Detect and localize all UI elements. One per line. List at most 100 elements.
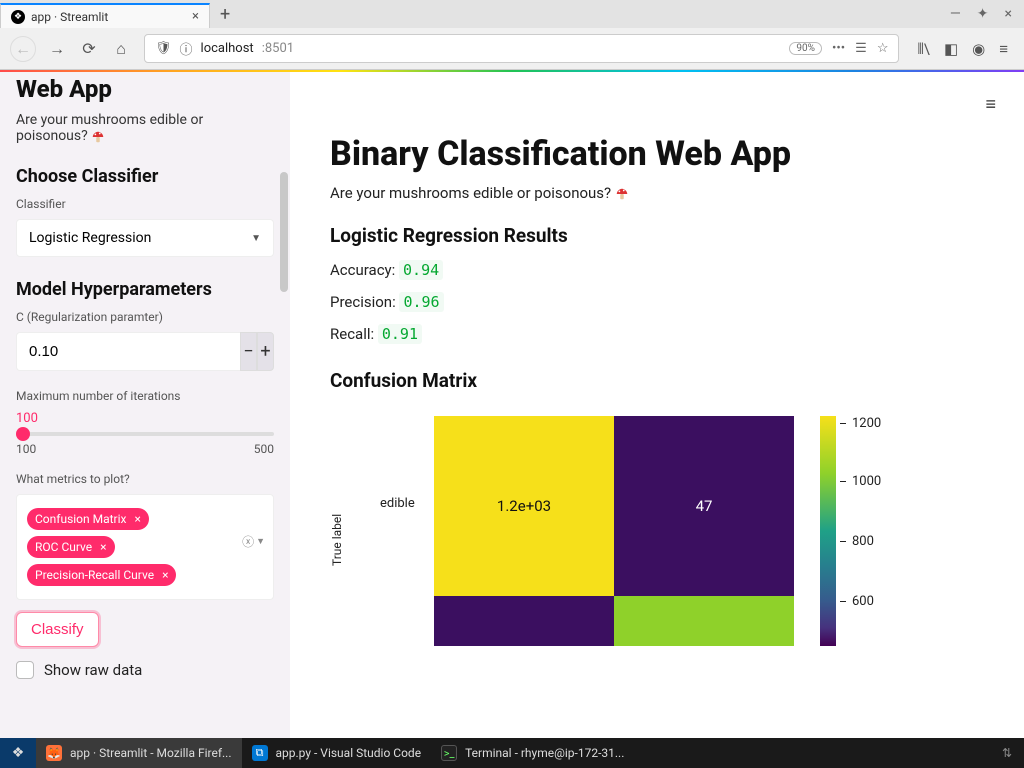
- taskbar: ❖ 🦊 app · Streamlit - Mozilla Firef... ⧉…: [0, 738, 1024, 768]
- taskbar-firefox[interactable]: 🦊 app · Streamlit - Mozilla Firef...: [36, 738, 242, 768]
- mushroom-icon: [615, 187, 629, 201]
- reload-button[interactable]: ⟳: [78, 39, 100, 58]
- metrics-multiselect[interactable]: Confusion Matrix× ROC Curve× Precision-R…: [16, 494, 274, 600]
- accuracy-label: Accuracy:: [330, 261, 399, 279]
- metrics-label: What metrics to plot?: [16, 472, 274, 486]
- maximize-icon[interactable]: ✦: [977, 6, 989, 22]
- tab-bar: ❖ app · Streamlit × + — ✦ ×: [0, 0, 1024, 28]
- taskbar-vscode[interactable]: ⧉ app.py - Visual Studio Code: [242, 738, 432, 768]
- scrollbar-thumb[interactable]: [280, 172, 288, 292]
- new-tab-button[interactable]: +: [210, 4, 240, 25]
- shield-icon[interactable]: 🛡: [155, 41, 172, 56]
- chip-precision-recall[interactable]: Precision-Recall Curve×: [27, 564, 176, 586]
- results-heading: Logistic Regression Results: [330, 224, 984, 247]
- multiselect-controls: ⓧ ▼: [242, 533, 265, 550]
- nav-buttons: ← → ⟳ ⌂: [10, 36, 132, 62]
- sidebar-scrollbar[interactable]: [280, 172, 288, 472]
- classify-button[interactable]: Classify: [16, 612, 99, 647]
- maxiter-label: Maximum number of iterations: [16, 389, 274, 403]
- library-icon[interactable]: ⫴\: [917, 40, 929, 58]
- address-bar-row: ← → ⟳ ⌂ 🛡 ⓘ localhost:8501 90% ••• ☰ ☆ ⫴…: [0, 28, 1024, 69]
- start-button[interactable]: ❖: [0, 738, 36, 768]
- forward-button[interactable]: →: [46, 39, 68, 59]
- firefox-icon: 🦊: [46, 745, 62, 761]
- y-axis-label: True label: [330, 514, 344, 566]
- accuracy-row: Accuracy: 0.94: [330, 261, 984, 279]
- c-input-field[interactable]: [16, 332, 240, 371]
- c-decrement-button[interactable]: −: [240, 332, 257, 371]
- slider-range: 100 500: [16, 442, 274, 456]
- cbar-tick-600: 600: [840, 594, 874, 609]
- page-title: Binary Classification Web App: [330, 134, 984, 174]
- precision-row: Precision: 0.96: [330, 293, 984, 311]
- sidebar-title-line2: Web App: [16, 76, 274, 102]
- c-increment-button[interactable]: +: [257, 332, 274, 371]
- terminal-icon: >_: [441, 745, 457, 761]
- tab-title: app · Streamlit: [31, 10, 108, 24]
- maxiter-value: 100: [16, 411, 274, 426]
- minimize-icon[interactable]: —: [950, 6, 961, 22]
- browser-chrome: ❖ app · Streamlit × + — ✦ × ← → ⟳ ⌂ 🛡 ⓘ …: [0, 0, 1024, 70]
- mushroom-icon: [91, 130, 105, 144]
- precision-label: Precision:: [330, 293, 399, 311]
- back-button[interactable]: ←: [10, 36, 36, 62]
- taskbar-tray[interactable]: ⇅: [990, 746, 1024, 760]
- account-icon[interactable]: ◉: [972, 40, 985, 58]
- sidebar-subtitle: Are your mushrooms edible or poisonous?: [16, 112, 274, 144]
- c-label: C (Regularization paramter): [16, 310, 274, 324]
- cm-cell-0-0: 1.2e+03: [434, 416, 614, 596]
- cbar-tick-1200: 1200: [840, 416, 881, 431]
- home-button[interactable]: ⌂: [110, 39, 132, 59]
- browser-tab[interactable]: ❖ app · Streamlit ×: [0, 3, 210, 28]
- cm-row-0: 1.2e+03 47: [434, 416, 794, 596]
- cm-row-1: [434, 596, 794, 646]
- close-window-icon[interactable]: ×: [1005, 6, 1012, 22]
- maxiter-slider[interactable]: 100 100 500: [16, 411, 274, 456]
- reader-icon[interactable]: ☰: [855, 41, 867, 56]
- classifier-label: Classifier: [16, 197, 274, 211]
- show-raw-checkbox[interactable]: [16, 661, 34, 679]
- show-raw-checkbox-row[interactable]: Show raw data: [16, 661, 274, 679]
- colorbar: [820, 416, 836, 646]
- url-box[interactable]: 🛡 ⓘ localhost:8501 90% ••• ☰ ☆: [144, 34, 899, 63]
- bookmark-icon[interactable]: ☆: [877, 41, 889, 56]
- sidebar: Web App Are your mushrooms edible or poi…: [0, 72, 290, 740]
- recall-label: Recall:: [330, 325, 378, 343]
- y-tick-edible: edible: [380, 496, 415, 511]
- cbar-tick-1000: 1000: [840, 474, 881, 489]
- slider-min: 100: [16, 442, 36, 456]
- chip-remove-icon[interactable]: ×: [162, 568, 168, 582]
- streamlit-favicon: ❖: [11, 10, 25, 24]
- chip-confusion-matrix[interactable]: Confusion Matrix×: [27, 508, 149, 530]
- chip-remove-icon[interactable]: ×: [135, 512, 141, 526]
- url-port: :8501: [262, 41, 294, 56]
- chip-remove-icon[interactable]: ×: [100, 540, 106, 554]
- close-tab-icon[interactable]: ×: [192, 9, 199, 24]
- cm-cell-1-1: [614, 596, 794, 646]
- window-controls: — ✦ ×: [938, 6, 1024, 22]
- choose-classifier-heading: Choose Classifier: [16, 166, 274, 187]
- chevron-down-icon[interactable]: ▼: [256, 536, 265, 547]
- confusion-matrix-plot: True label edible 1.2e+03 47 1200 1000 8…: [330, 416, 984, 656]
- cbar-tick-800: 800: [840, 534, 874, 549]
- slider-thumb[interactable]: [16, 427, 30, 441]
- slider-max: 500: [254, 442, 274, 456]
- classifier-select[interactable]: Logistic Regression ▼: [16, 219, 274, 257]
- sidebar-icon[interactable]: ◧: [944, 40, 958, 58]
- hyperparams-heading: Model Hyperparameters: [16, 279, 274, 300]
- show-raw-label: Show raw data: [44, 661, 142, 679]
- zoom-badge[interactable]: 90%: [789, 42, 822, 55]
- clear-all-icon[interactable]: ⓧ: [242, 533, 254, 550]
- page-actions-icon[interactable]: •••: [832, 41, 845, 56]
- menu-icon[interactable]: ≡: [999, 40, 1008, 58]
- site-info-icon[interactable]: ⓘ: [180, 39, 193, 58]
- slider-track[interactable]: [16, 432, 274, 436]
- recall-row: Recall: 0.91: [330, 325, 984, 343]
- streamlit-menu-icon[interactable]: ≡: [985, 94, 996, 115]
- precision-value: 0.96: [399, 292, 443, 312]
- taskbar-terminal[interactable]: >_ Terminal - rhyme@ip-172-31...: [431, 738, 634, 768]
- chip-roc-curve[interactable]: ROC Curve×: [27, 536, 115, 558]
- confusion-matrix-heading: Confusion Matrix: [330, 369, 984, 392]
- accuracy-value: 0.94: [399, 260, 443, 280]
- c-number-input: − +: [16, 332, 274, 371]
